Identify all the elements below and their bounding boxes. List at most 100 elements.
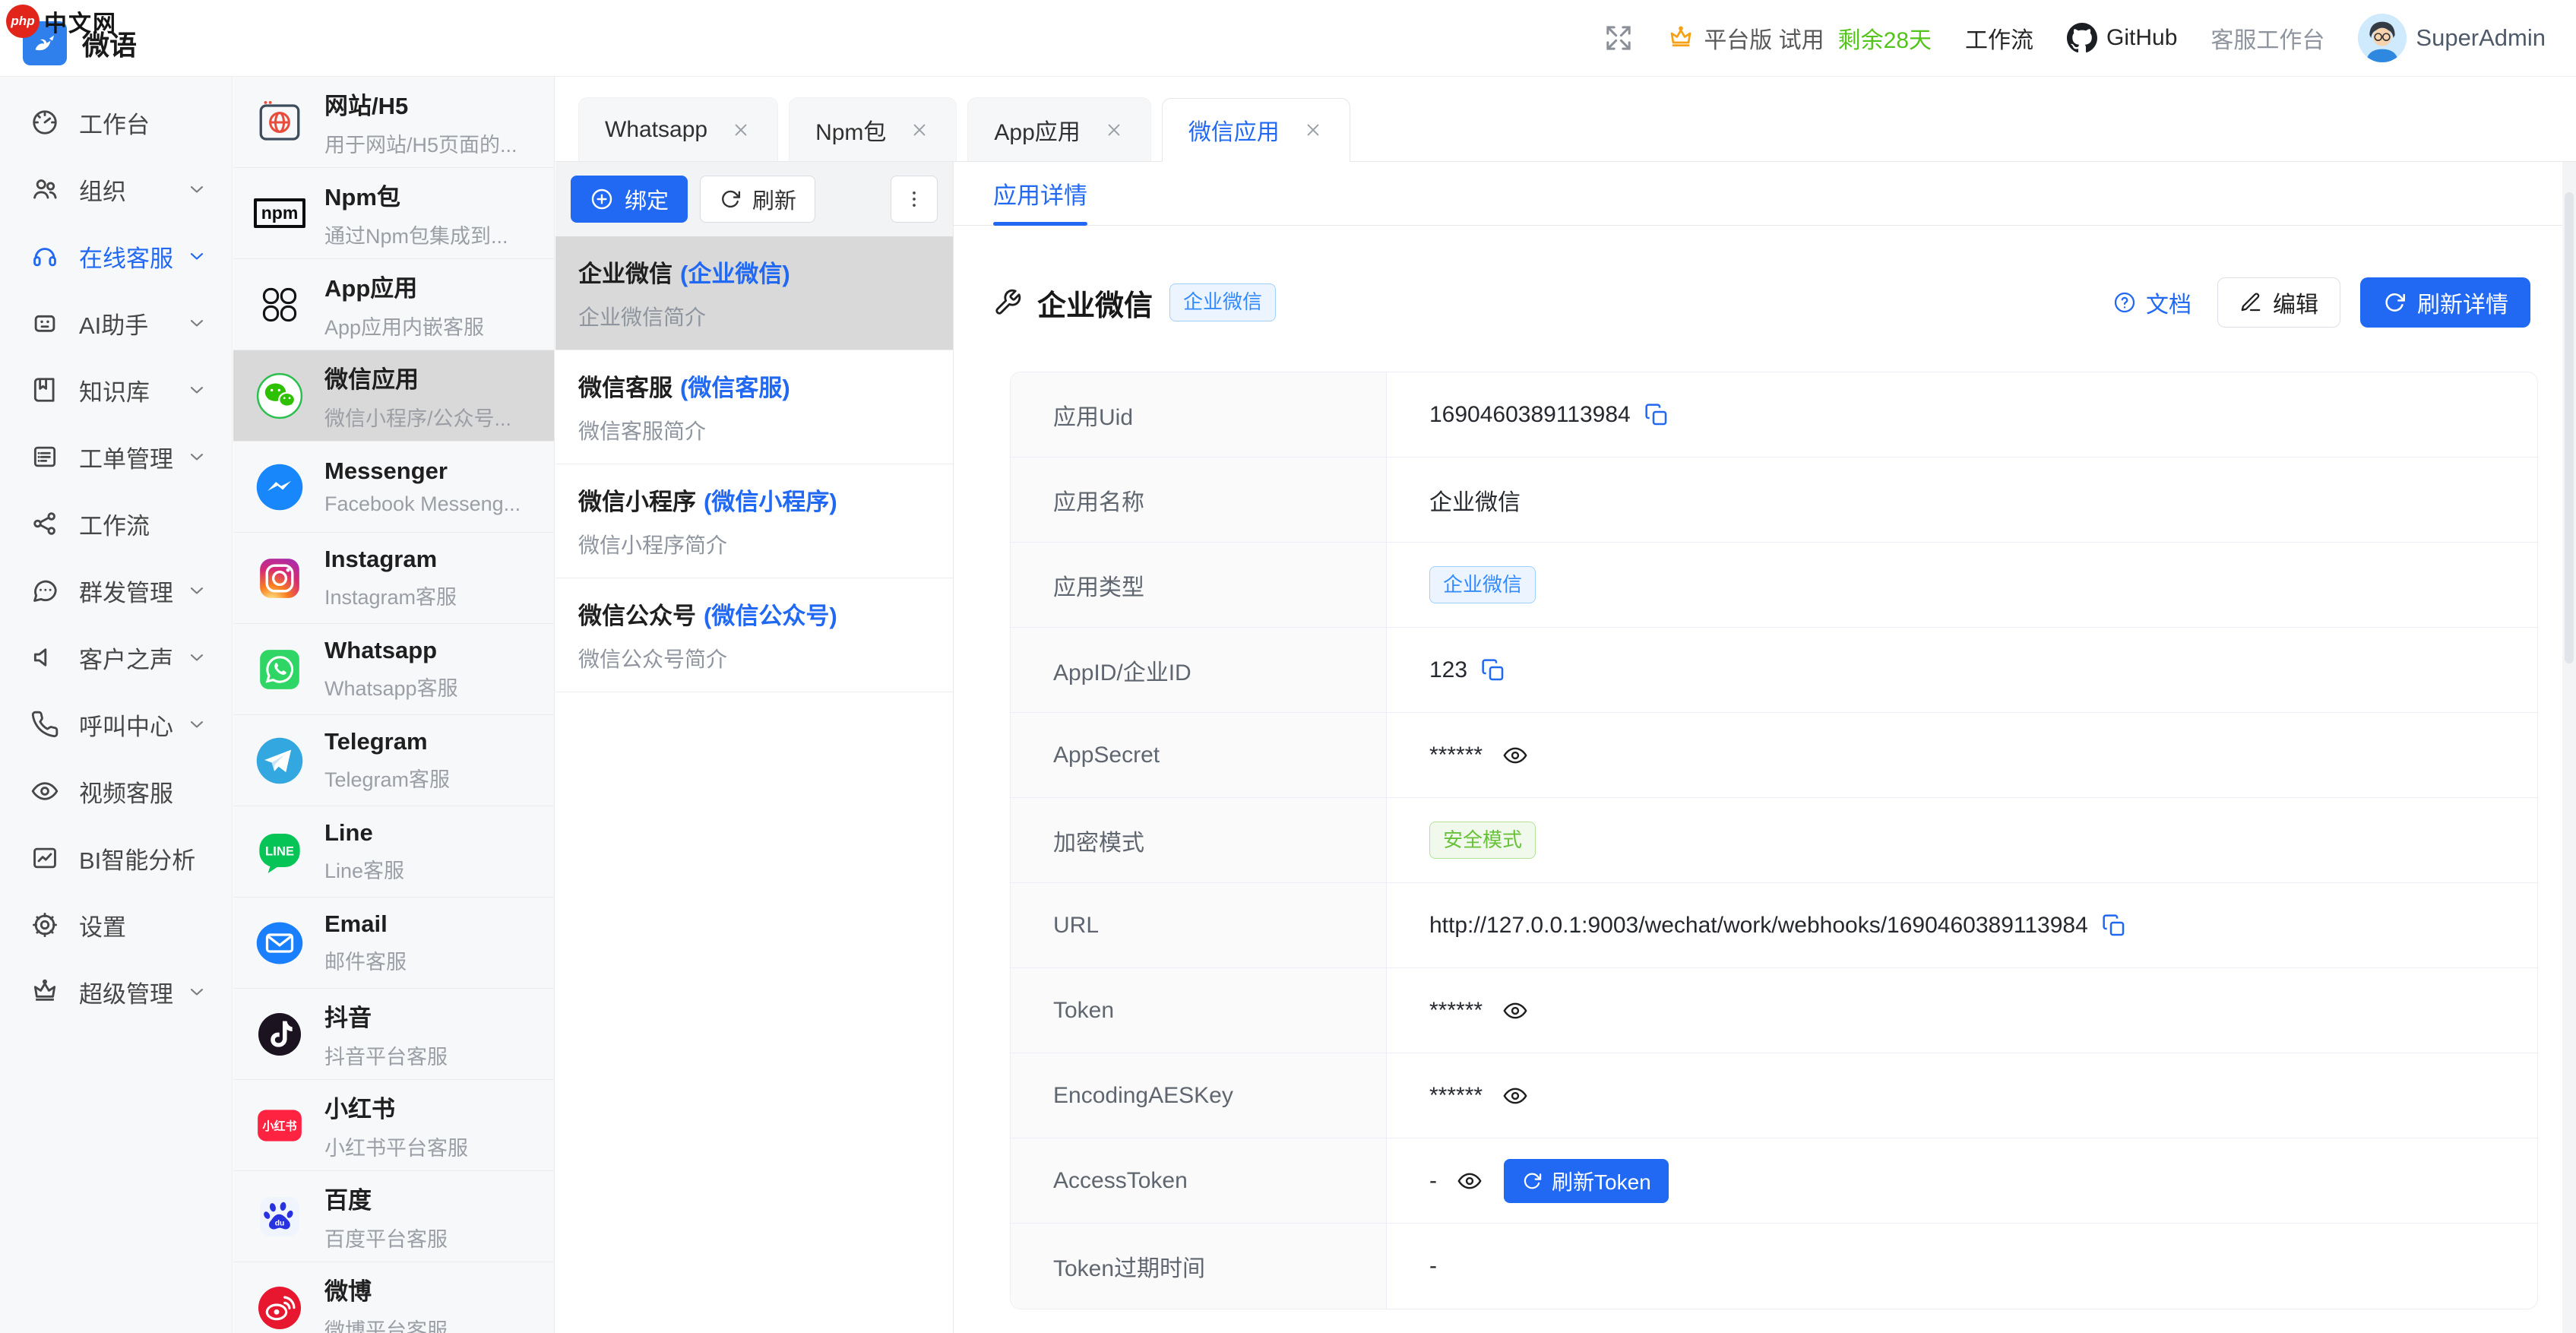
app-item-work-wechat[interactable]: 企业微信(企业微信) 企业微信简介	[555, 236, 953, 350]
messenger-icon	[255, 462, 305, 512]
website-icon	[255, 97, 305, 147]
sidebar-item-workbench[interactable]: 工作台	[0, 89, 232, 156]
sidebar-item-ticket-management[interactable]: 工单管理	[0, 423, 232, 490]
sidebar-item-bi-analytics[interactable]: BI智能分析	[0, 825, 232, 891]
close-icon[interactable]	[1302, 119, 1324, 141]
scrollbar-thumb[interactable]	[2565, 192, 2574, 663]
channel-item-email[interactable]: Email邮件客服	[233, 898, 554, 989]
table-row: 应用Uid 1690460389113984	[1011, 372, 2537, 458]
sidebar-item-online-service[interactable]: 在线客服	[0, 223, 232, 290]
chevron-down-icon	[186, 981, 207, 1002]
book-icon	[30, 375, 59, 404]
detail-header: 企业微信 企业微信 文档 编辑 刷新详情	[993, 277, 2530, 328]
app-list-toolbar: 绑定 刷新	[555, 162, 953, 236]
sidebar-item-organization[interactable]: 组织	[0, 156, 232, 223]
channel-item-app[interactable]: App应用App应用内嵌客服	[233, 259, 554, 350]
xiaohongshu-icon: 小红书	[255, 1100, 305, 1151]
token-masked: ******	[1429, 998, 1483, 1024]
channel-item-wechat[interactable]: 微信应用微信小程序/公众号...	[233, 350, 554, 442]
email-icon	[255, 918, 305, 968]
channel-item-douyin[interactable]: 抖音抖音平台客服	[233, 989, 554, 1080]
dots-vertical-icon	[903, 188, 926, 211]
php-logo-icon: php	[6, 5, 40, 38]
channel-item-npm[interactable]: npm Npm包通过Npm包集成到...	[233, 168, 554, 259]
refresh-detail-button[interactable]: 刷新详情	[2360, 277, 2530, 328]
wrench-icon	[993, 288, 1022, 317]
ticket-list-icon	[30, 442, 59, 471]
sidebar-item-call-center[interactable]: 呼叫中心	[0, 691, 232, 758]
table-row: 应用类型 企业微信	[1011, 543, 2537, 628]
chevron-down-icon	[186, 580, 207, 601]
sidebar-item-ai-assistant[interactable]: AI助手	[0, 290, 232, 356]
open-tabs-bar: Whatsapp Npm包 App应用 微信应用	[555, 77, 2576, 162]
sidebar-item-voice-of-customer[interactable]: 客户之声	[0, 624, 232, 691]
eye-icon[interactable]	[1502, 998, 1528, 1024]
eye-icon[interactable]	[1502, 742, 1528, 768]
table-row: EncodingAESKey ******	[1011, 1053, 2537, 1138]
tab-app-detail[interactable]: 应用详情	[993, 162, 1087, 225]
channel-item-whatsapp[interactable]: WhatsappWhatsapp客服	[233, 624, 554, 715]
chevron-down-icon	[186, 647, 207, 668]
app-item-miniprogram[interactable]: 微信小程序(微信小程序) 微信小程序简介	[555, 464, 953, 578]
refresh-token-button[interactable]: 刷新Token	[1504, 1159, 1669, 1203]
refresh-list-button[interactable]: 刷新	[700, 176, 815, 223]
bind-button[interactable]: 绑定	[571, 176, 688, 223]
sidebar-item-video-service[interactable]: 视频客服	[0, 758, 232, 825]
doc-link[interactable]: 文档	[2112, 286, 2191, 319]
tab-wechat[interactable]: 微信应用	[1162, 98, 1350, 162]
sidebar-item-super-admin[interactable]: 超级管理	[0, 958, 232, 1025]
app-item-official-account[interactable]: 微信公众号(微信公众号) 微信公众号简介	[555, 578, 953, 692]
refresh-icon	[1521, 1170, 1543, 1192]
tab-app[interactable]: App应用	[967, 97, 1150, 161]
channel-item-messenger[interactable]: MessengerFacebook Messeng...	[233, 442, 554, 533]
eye-icon[interactable]	[1457, 1168, 1483, 1194]
fullscreen-button[interactable]	[1603, 23, 1634, 53]
table-row: Token过期时间 -	[1011, 1224, 2537, 1309]
channel-item-instagram[interactable]: InstagramInstagram客服	[233, 533, 554, 624]
nav-workbench[interactable]: 客服工作台	[2210, 21, 2324, 55]
close-icon[interactable]	[1103, 119, 1125, 141]
channel-item-line[interactable]: LINE LineLine客服	[233, 806, 554, 898]
chevron-down-icon	[186, 446, 207, 467]
user-menu[interactable]: SuperAdmin	[2358, 14, 2546, 62]
sidebar-item-workflow[interactable]: 工作流	[0, 490, 232, 557]
copy-icon[interactable]	[1481, 658, 1505, 682]
copy-icon[interactable]	[1644, 403, 1669, 427]
chart-icon	[30, 844, 59, 872]
channel-item-baidu[interactable]: du 百度百度平台客服	[233, 1171, 554, 1262]
share-nodes-icon	[30, 509, 59, 538]
channel-item-weibo[interactable]: 微博微博平台客服	[233, 1262, 554, 1333]
pencil-icon	[2239, 291, 2262, 314]
edit-button[interactable]: 编辑	[2217, 277, 2340, 328]
crown-icon	[1667, 24, 1695, 52]
sidebar-item-settings[interactable]: 设置	[0, 891, 232, 958]
copy-icon[interactable]	[2102, 913, 2126, 938]
scrollbar[interactable]	[2562, 162, 2576, 1333]
sidebar-item-broadcast[interactable]: 群发管理	[0, 557, 232, 624]
main-area: Whatsapp Npm包 App应用 微信应用 绑定	[555, 77, 2576, 1333]
token-expire-value: -	[1429, 1253, 1437, 1279]
dashboard-icon	[30, 108, 59, 137]
chevron-down-icon	[186, 245, 207, 267]
tab-npm[interactable]: Npm包	[789, 97, 957, 161]
plan-badge[interactable]: 平台版 试用 剩余28天	[1667, 21, 1932, 55]
tab-whatsapp[interactable]: Whatsapp	[578, 97, 778, 161]
avatar	[2358, 14, 2407, 62]
channel-item-telegram[interactable]: TelegramTelegram客服	[233, 715, 554, 806]
sidebar-item-knowledge-base[interactable]: 知识库	[0, 356, 232, 423]
more-actions-button[interactable]	[891, 176, 938, 223]
chevron-down-icon	[186, 379, 207, 401]
channel-item-website[interactable]: 网站/H5用于网站/H5页面的...	[233, 77, 554, 168]
nav-workflow[interactable]: 工作流	[1965, 21, 2033, 55]
npm-icon: npm	[255, 188, 305, 239]
app-item-wechat-service[interactable]: 微信客服(微信客服) 微信客服简介	[555, 350, 953, 464]
appid-value: 123	[1429, 657, 1467, 683]
nav-github[interactable]: GitHub	[2067, 23, 2177, 53]
close-icon[interactable]	[730, 119, 752, 141]
eye-icon[interactable]	[1502, 1083, 1528, 1109]
close-icon[interactable]	[909, 119, 930, 141]
wechat-icon	[255, 371, 305, 421]
instagram-icon	[255, 553, 305, 603]
gear-icon	[30, 910, 59, 939]
channel-item-xiaohongshu[interactable]: 小红书 小红书小红书平台客服	[233, 1080, 554, 1171]
